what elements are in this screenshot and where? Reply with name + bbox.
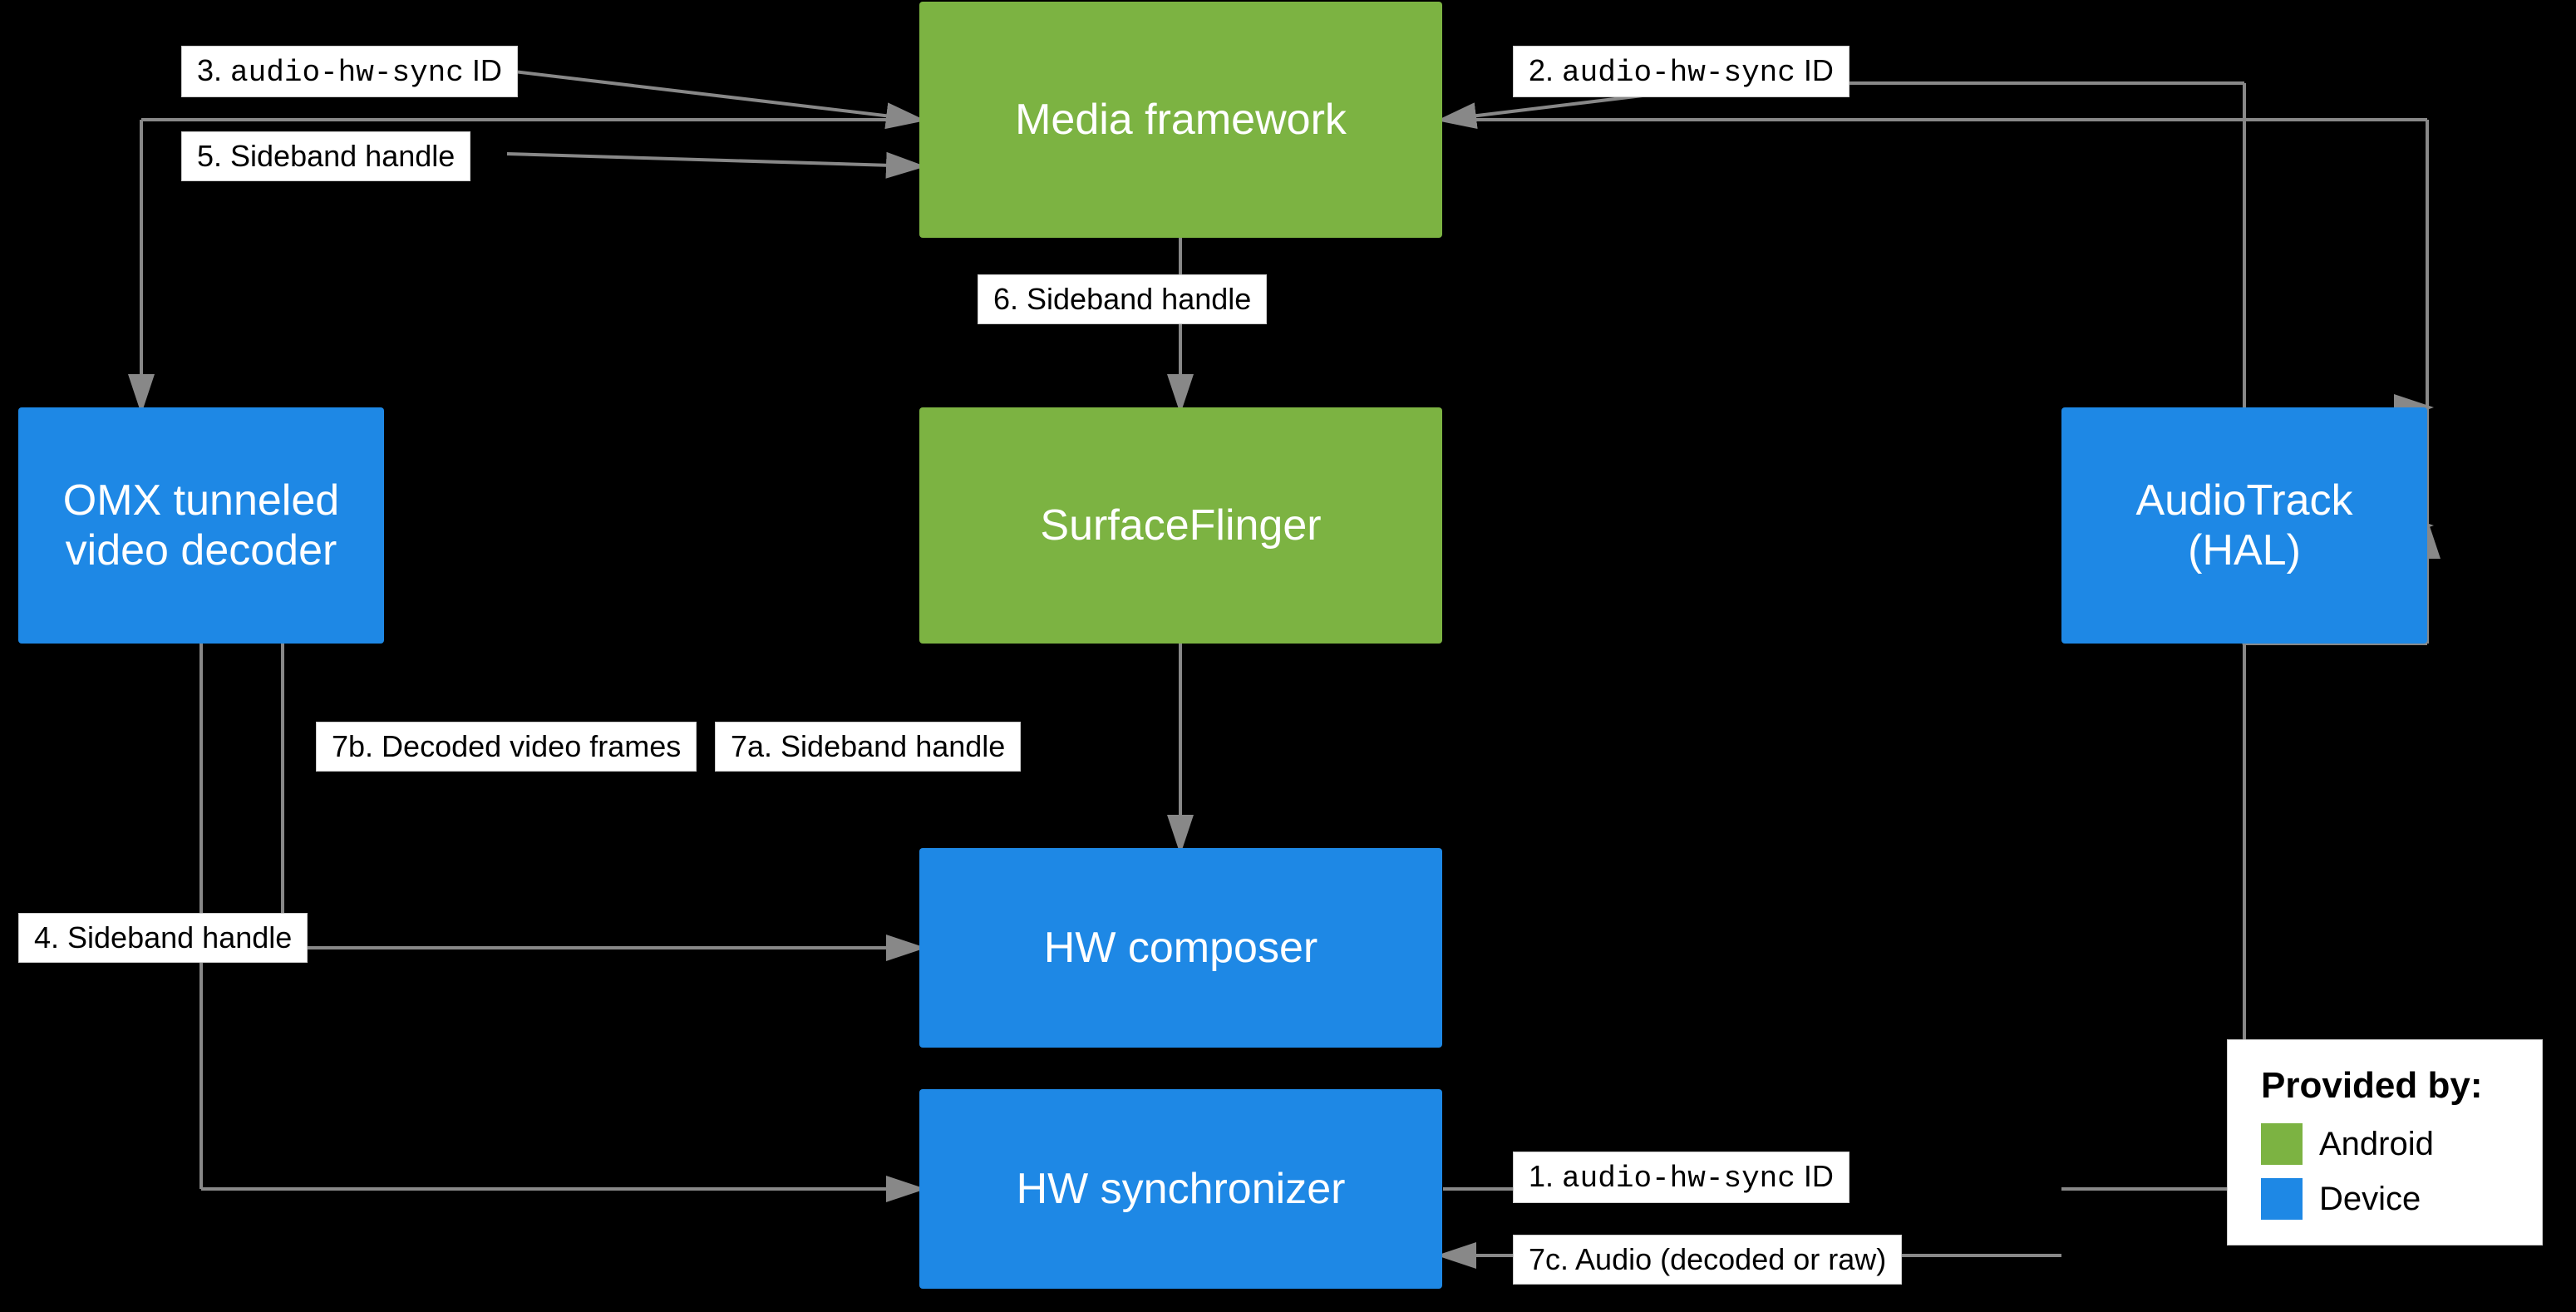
label-7c-text: 7c. Audio (decoded or raw) (1529, 1242, 1886, 1276)
label-3-mono: audio-hw-sync (230, 56, 464, 90)
legend-item-android: Android (2261, 1123, 2509, 1165)
surface-flinger-label: SurfaceFlinger (1040, 501, 1321, 550)
legend-android-color (2261, 1123, 2303, 1165)
label-2-mono: audio-hw-sync (1562, 56, 1795, 90)
label-1-audio-hw-sync: 1. audio-hw-sync ID (1513, 1152, 1849, 1203)
label-7b-text: 7b. Decoded video frames (332, 729, 681, 763)
label-4-sideband: 4. Sideband handle (18, 913, 308, 963)
legend-item-device: Device (2261, 1178, 2509, 1220)
audio-track-label: AudioTrack(HAL) (2135, 476, 2352, 575)
legend-device-label: Device (2319, 1181, 2421, 1218)
label-7c-audio: 7c. Audio (decoded or raw) (1513, 1235, 1902, 1285)
legend-device-color (2261, 1178, 2303, 1220)
omx-decoder-box: OMX tunneledvideo decoder (18, 407, 384, 644)
diagram-container: Media framework SurfaceFlinger OMX tunne… (0, 0, 2576, 1312)
label-7b-decoded: 7b. Decoded video frames (316, 722, 697, 772)
omx-decoder-label: OMX tunneledvideo decoder (63, 476, 339, 575)
label-5-text: 5. Sideband handle (197, 139, 455, 173)
label-5-sideband: 5. Sideband handle (181, 131, 470, 181)
label-6-text: 6. Sideband handle (993, 282, 1251, 316)
media-framework-box: Media framework (919, 2, 1442, 238)
surface-flinger-box: SurfaceFlinger (919, 407, 1442, 644)
hw-synchronizer-label: HW synchronizer (1017, 1164, 1346, 1214)
audio-track-box: AudioTrack(HAL) (2061, 407, 2427, 644)
hw-composer-label: HW composer (1044, 923, 1318, 973)
media-framework-label: Media framework (1015, 95, 1347, 145)
label-7a-text: 7a. Sideband handle (731, 729, 1005, 763)
legend: Provided by: Android Device (2227, 1039, 2543, 1245)
legend-title: Provided by: (2261, 1065, 2509, 1107)
hw-synchronizer-box: HW synchronizer (919, 1089, 1442, 1289)
label-4-text: 4. Sideband handle (34, 920, 292, 954)
hw-composer-box: HW composer (919, 848, 1442, 1048)
legend-android-label: Android (2319, 1126, 2434, 1163)
label-7a-sideband: 7a. Sideband handle (715, 722, 1021, 772)
label-1-mono: audio-hw-sync (1562, 1162, 1795, 1196)
label-6-sideband: 6. Sideband handle (978, 274, 1267, 324)
label-2-audio-hw-sync: 2. audio-hw-sync ID (1513, 46, 1849, 97)
label-3-audio-hw-sync: 3. audio-hw-sync ID (181, 46, 518, 97)
